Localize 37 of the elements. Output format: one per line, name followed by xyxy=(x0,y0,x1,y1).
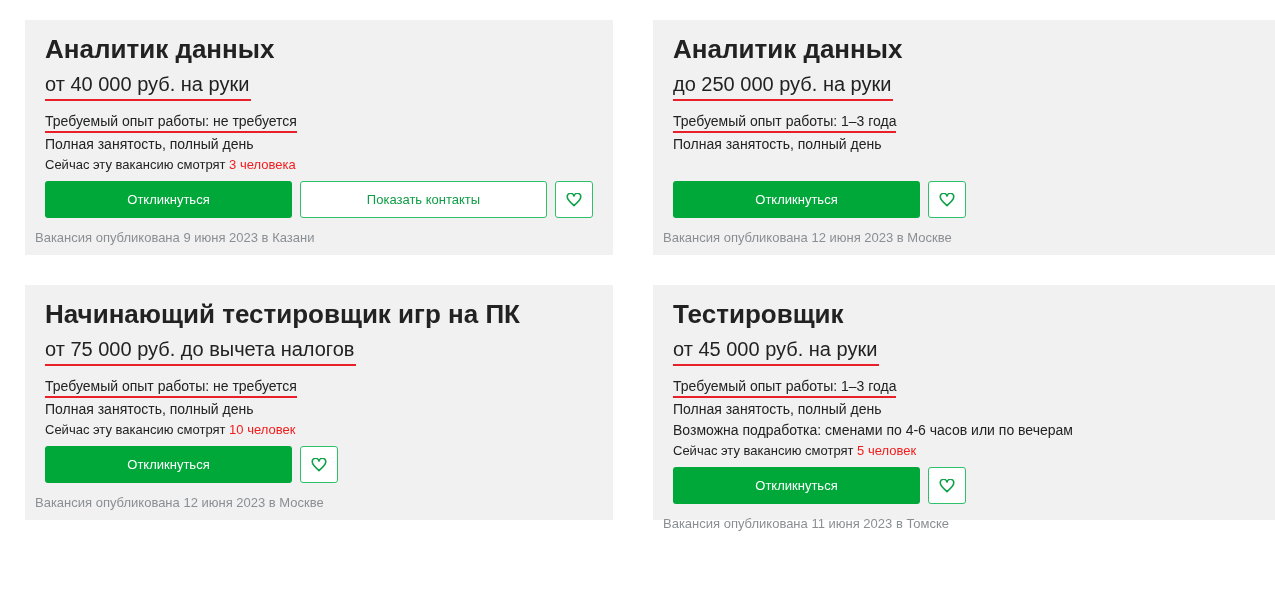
publication-date: Вакансия опубликована 11 июня 2023 в Томске xyxy=(663,516,950,531)
heart-icon xyxy=(939,478,955,493)
favorite-button[interactable] xyxy=(928,467,966,504)
respond-button[interactable]: Откликнуться xyxy=(673,181,920,218)
publication-date: Вакансия опубликована 12 июня 2023 в Москве xyxy=(35,495,324,510)
experience-requirement: Требуемый опыт работы: 1–3 года xyxy=(673,378,897,398)
favorite-button[interactable] xyxy=(555,181,593,218)
salary: до 250 000 руб. на руки xyxy=(673,73,894,101)
heart-icon xyxy=(939,192,955,207)
vacancy-title: Аналитик данных xyxy=(45,34,275,65)
respond-button[interactable]: Откликнуться xyxy=(45,446,292,483)
publication-date: Вакансия опубликована 12 июня 2023 в Москве xyxy=(663,230,952,245)
respond-button[interactable]: Откликнуться xyxy=(673,467,920,504)
viewers-count: Сейчас эту вакансию смотрят 5 человек xyxy=(673,443,917,458)
employment-detail: Полная занятость, полный день xyxy=(45,401,254,417)
heart-icon xyxy=(566,192,582,207)
employment-detail: Возможна подработка: сменами по 4-6 часов или по вечерам xyxy=(673,422,1073,438)
publication-date: Вакансия опубликована 9 июня 2023 в Казани xyxy=(35,230,315,245)
salary: от 45 000 руб. на руки xyxy=(673,338,880,366)
salary: от 75 000 руб. до вычета налогов xyxy=(45,338,357,366)
vacancy-title: Аналитик данных xyxy=(673,34,903,65)
viewers-count: Сейчас эту вакансию смотрят 10 человек xyxy=(45,422,296,437)
vacancy-title: Тестировщик xyxy=(673,299,844,330)
heart-icon xyxy=(311,457,327,472)
employment-detail: Полная занятость, полный день xyxy=(673,136,882,152)
experience-requirement: Требуемый опыт работы: не требуется xyxy=(45,378,297,398)
viewers-count: Сейчас эту вакансию смотрят 3 человека xyxy=(45,157,296,172)
employment-detail: Полная занятость, полный день xyxy=(45,136,254,152)
experience-requirement: Требуемый опыт работы: не требуется xyxy=(45,113,297,133)
experience-requirement: Требуемый опыт работы: 1–3 года xyxy=(673,113,897,133)
vacancy-title: Начинающий тестировщик игр на ПК xyxy=(45,299,520,330)
favorite-button[interactable] xyxy=(300,446,338,483)
respond-button[interactable]: Откликнуться xyxy=(45,181,292,218)
salary: от 40 000 руб. на руки xyxy=(45,73,252,101)
employment-detail: Полная занятость, полный день xyxy=(673,401,882,417)
show-contacts-button[interactable]: Показать контакты xyxy=(300,181,547,218)
favorite-button[interactable] xyxy=(928,181,966,218)
